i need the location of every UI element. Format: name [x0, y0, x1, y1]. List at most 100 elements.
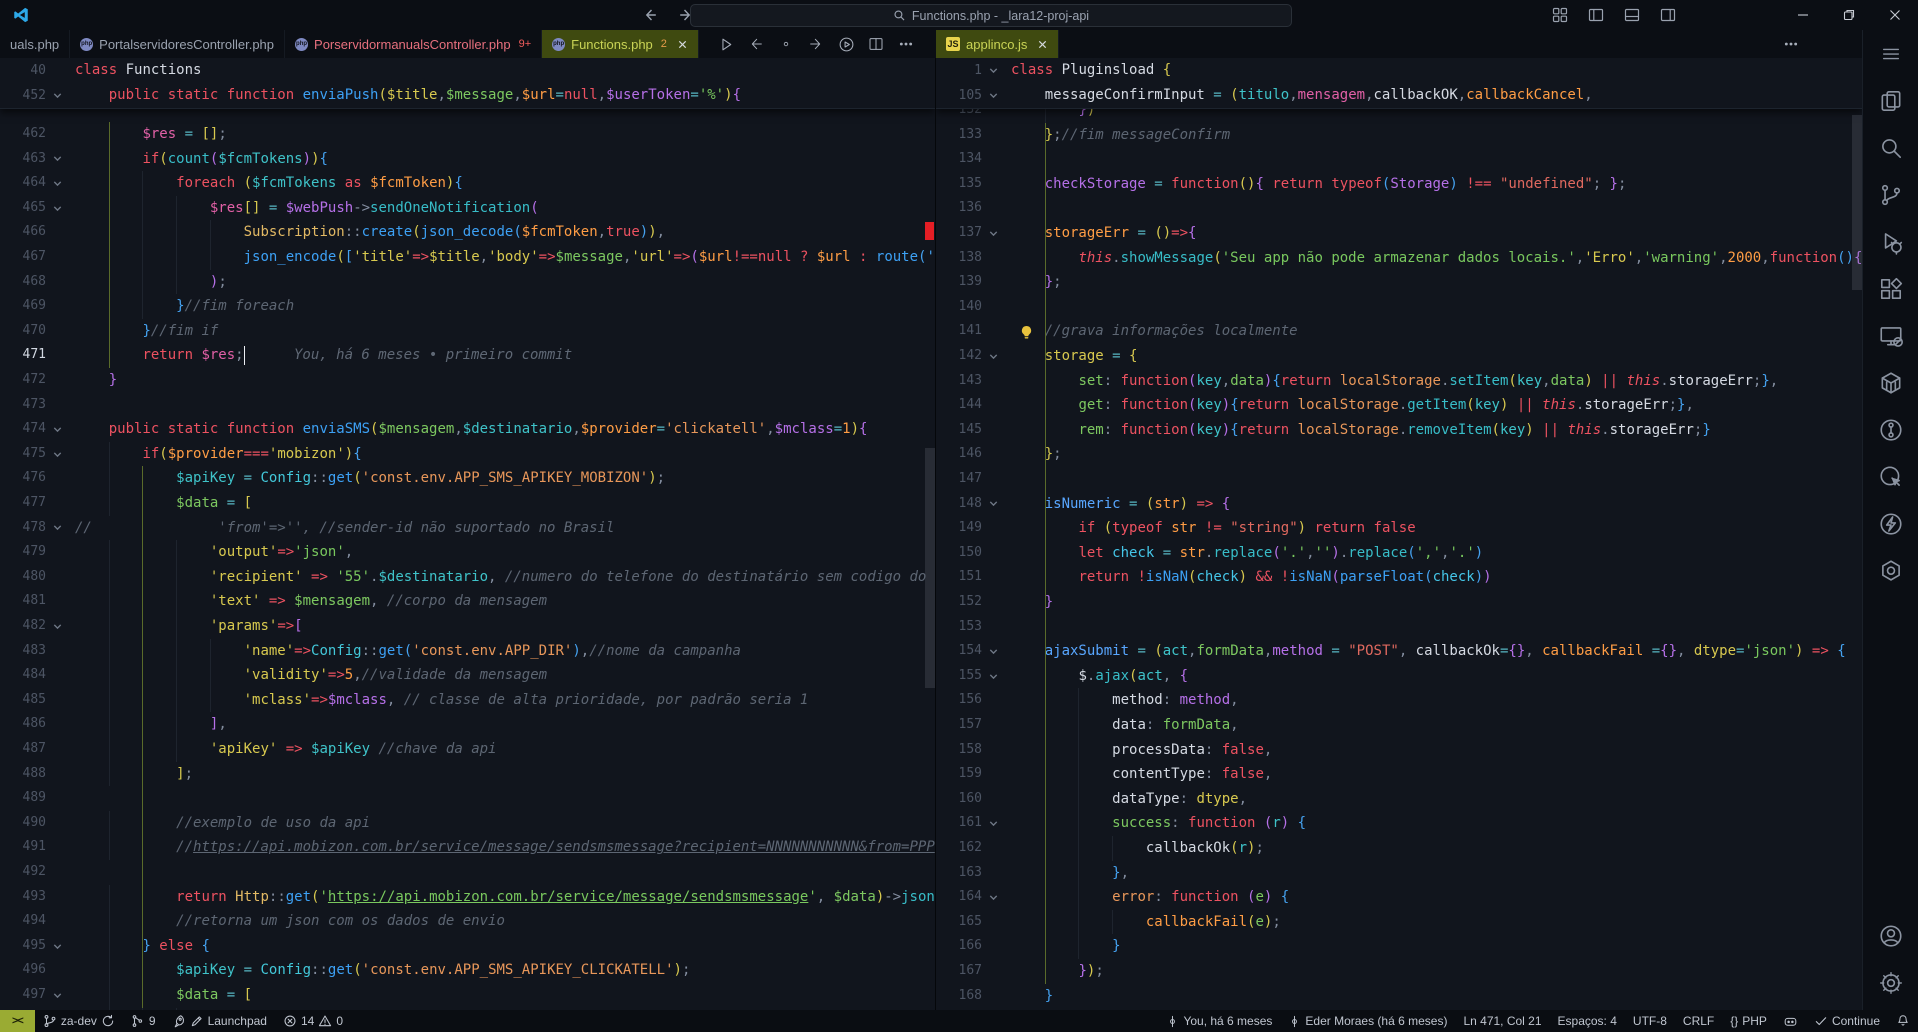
code-line-157[interactable]: 157data: formData, [936, 713, 1862, 738]
dot-icon[interactable] [777, 35, 795, 53]
tab-uals-php[interactable]: uals.php [0, 30, 70, 58]
code-line-475[interactable]: 475if($provider==='mobizon'){ [0, 442, 935, 467]
ellipsis-icon[interactable] [897, 35, 915, 53]
code-line-495[interactable]: 495} else { [0, 934, 935, 959]
fold-chevron-icon[interactable] [988, 492, 1006, 517]
split-editor-icon[interactable] [867, 35, 885, 53]
code-line-158[interactable]: 158processData: false, [936, 738, 1862, 763]
play-icon[interactable] [717, 35, 735, 53]
fold-chevron-icon[interactable] [988, 344, 1006, 369]
sticky-line-105[interactable]: 105messageConfirmInput = (titulo,mensage… [936, 83, 1862, 108]
code-line-492[interactable]: 492 [0, 860, 935, 885]
extensions-icon[interactable] [1863, 265, 1918, 312]
code-line-464[interactable]: 464foreach ($fcmTokens as $fcmToken){ [0, 171, 935, 196]
tab-functions-php[interactable]: phpFunctions.php2 [542, 30, 699, 58]
status-cursor-position[interactable]: Ln 471, Col 21 [1455, 1010, 1549, 1032]
sticky-line-1[interactable]: 1class Pluginsload { [936, 58, 1862, 83]
code-line-136[interactable]: 136 [936, 196, 1862, 221]
search-icon[interactable] [1863, 124, 1918, 171]
status-notifications-bell[interactable] [1888, 1010, 1918, 1032]
menu-icon[interactable] [1863, 30, 1918, 77]
play-circle-icon[interactable] [837, 35, 855, 53]
code-line-496[interactable]: 496$apiKey = Config::get('const.env.APP_… [0, 958, 935, 983]
editor-functions-php[interactable]: 462$res = [];463if(count($fcmTokens)){46… [0, 58, 936, 1010]
status-eol[interactable]: CRLF [1675, 1010, 1722, 1032]
code-line-142[interactable]: 142storage = { [936, 344, 1862, 369]
code-line-140[interactable]: 140 [936, 295, 1862, 320]
fold-chevron-icon[interactable] [52, 196, 70, 221]
code-line-470[interactable]: 470}//fim if [0, 319, 935, 344]
status-blame-you[interactable]: You, há 6 meses [1158, 1010, 1280, 1032]
gitlens-icon[interactable] [1863, 406, 1918, 453]
code-line-485[interactable]: 485'mclass'=>$mclass, // classe de alta … [0, 688, 935, 713]
code-line-471[interactable]: 471return $res;You, há 6 meses • primeir… [0, 343, 935, 368]
status-remote-indicator[interactable]: >< [0, 1010, 35, 1032]
fold-chevron-icon[interactable] [52, 171, 70, 196]
code-line-477[interactable]: 477$data = [ [0, 491, 935, 516]
fold-chevron-icon[interactable] [52, 516, 70, 541]
code-line-139[interactable]: 139}; [936, 270, 1862, 295]
code-line-160[interactable]: 160dataType: dtype, [936, 787, 1862, 812]
code-line-166[interactable]: 166} [936, 934, 1862, 959]
nav-back-icon[interactable] [747, 35, 765, 53]
fold-chevron-icon[interactable] [52, 147, 70, 172]
fold-chevron-icon[interactable] [988, 639, 1006, 664]
explorer-icon[interactable] [1863, 77, 1918, 124]
code-line-159[interactable]: 159contentType: false, [936, 762, 1862, 787]
tab-portalservidorescontroller-php[interactable]: phpPortalservidoresController.php [70, 30, 285, 58]
tab-close-icon[interactable] [677, 39, 688, 50]
minimize-icon[interactable] [1780, 0, 1826, 30]
api-icon[interactable] [1863, 547, 1918, 594]
code-line-482[interactable]: 482'params'=>[ [0, 614, 935, 639]
fold-chevron-icon[interactable] [988, 664, 1006, 689]
fold-chevron-icon[interactable] [52, 417, 70, 442]
editor-applinco-js[interactable]: 132})133};//fim messageConfirm134135chec… [936, 58, 1862, 1010]
code-line-152[interactable]: 152} [936, 590, 1862, 615]
nav-forward-icon[interactable] [807, 35, 825, 53]
code-line-463[interactable]: 463if(count($fcmTokens)){ [0, 147, 935, 172]
code-line-143[interactable]: 143set: function(key,data){return localS… [936, 369, 1862, 394]
close-window-icon[interactable] [1872, 0, 1918, 30]
maximize-restore-icon[interactable] [1826, 0, 1872, 30]
code-line-491[interactable]: 491//https://api.mobizon.com.br/service/… [0, 835, 935, 860]
code-line-147[interactable]: 147 [936, 467, 1862, 492]
code-line-164[interactable]: 164error: function (e) { [936, 885, 1862, 910]
status-continue[interactable]: Continue [1806, 1010, 1888, 1032]
code-line-156[interactable]: 156method: method, [936, 688, 1862, 713]
status-language-mode[interactable]: {}PHP [1722, 1010, 1775, 1032]
code-line-161[interactable]: 161success: function (r) { [936, 811, 1862, 836]
fold-chevron-icon[interactable] [52, 983, 70, 1008]
code-line-153[interactable]: 153 [936, 615, 1862, 640]
toggle-secondary-sidebar-icon[interactable] [1658, 4, 1678, 26]
code-line-481[interactable]: 481'text' => $mensagem, //corpo da mensa… [0, 589, 935, 614]
code-line-476[interactable]: 476$apiKey = Config::get('const.env.APP_… [0, 466, 935, 491]
code-line-154[interactable]: 154ajaxSubmit = (act,formData,method = "… [936, 639, 1862, 664]
code-line-141[interactable]: 141//grava informações localmente [936, 319, 1862, 344]
code-line-163[interactable]: 163}, [936, 861, 1862, 886]
containers-icon[interactable] [1863, 359, 1918, 406]
code-line-484[interactable]: 484'validity'=>5,//validade da mensagem [0, 663, 935, 688]
remote-explorer-icon[interactable] [1863, 312, 1918, 359]
settings-gear-icon[interactable] [1863, 959, 1918, 1006]
code-line-134[interactable]: 134 [936, 147, 1862, 172]
code-line-487[interactable]: 487'apiKey' => $apiKey //chave da api [0, 737, 935, 762]
code-line-489[interactable]: 489 [0, 786, 935, 811]
code-line-148[interactable]: 148isNumeric = (str) => { [936, 492, 1862, 517]
code-line-144[interactable]: 144get: function(key){return localStorag… [936, 393, 1862, 418]
code-line-467[interactable]: 467json_encode(['title'=>$title,'body'=>… [0, 245, 935, 270]
status-indentation[interactable]: Espaços: 4 [1550, 1010, 1625, 1032]
code-line-466[interactable]: 466Subscription::create(json_decode($fcm… [0, 220, 935, 245]
code-line-462[interactable]: 462$res = []; [0, 122, 935, 147]
code-line-465[interactable]: 465$res[] = $webPush->sendOneNotificatio… [0, 196, 935, 221]
ellipsis-icon[interactable] [1782, 35, 1800, 53]
code-line-137[interactable]: 137storageErr = ()=>{ [936, 221, 1862, 246]
fold-chevron-icon[interactable] [52, 614, 70, 639]
status-gitlens-launchpad[interactable]: Launchpad [164, 1010, 275, 1032]
code-line-478[interactable]: 478// 'from'=>'', //sender-id não suport… [0, 516, 935, 541]
code-line-149[interactable]: 149if (typeof str != "string") return fa… [936, 516, 1862, 541]
tab-porservidormanualscontroller-php[interactable]: phpPorservidormanualsController.php9+ [285, 30, 542, 58]
code-line-138[interactable]: 138this.showMessage('Seu app não pode ar… [936, 246, 1862, 271]
fold-chevron-icon[interactable] [988, 885, 1006, 910]
code-line-479[interactable]: 479'output'=>'json', [0, 540, 935, 565]
code-line-474[interactable]: 474public static function enviaSMS($mens… [0, 417, 935, 442]
